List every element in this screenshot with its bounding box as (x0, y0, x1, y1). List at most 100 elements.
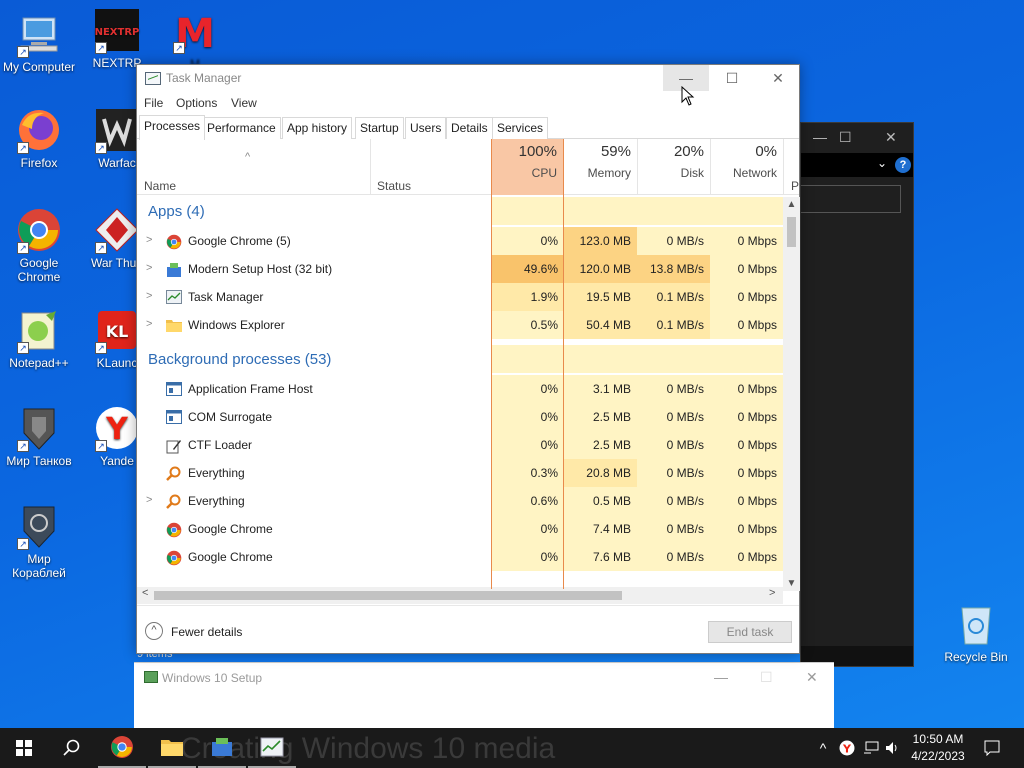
recycle-bin-label: Recycle Bin (944, 650, 1008, 664)
network-cell: 0 Mbps (710, 255, 783, 283)
process-row[interactable]: Google Chrome 0% 7.6 MB 0 MB/s 0 Mbps (137, 543, 783, 571)
column-network[interactable]: 0% Network (710, 139, 783, 195)
memory-cell: 0.5 MB (564, 487, 637, 515)
disk-cell: 0 MB/s (637, 431, 710, 459)
tab-details[interactable]: Details (446, 117, 493, 139)
maximize-icon[interactable]: ☐ (839, 129, 852, 146)
process-row[interactable]: CTF Loader 0% 2.5 MB 0 MB/s 0 Mbps (137, 431, 783, 459)
process-row[interactable]: > Modern Setup Host (32 bit) 49.6% 120.0 MB… (137, 255, 783, 283)
taskbar-setup[interactable] (198, 728, 246, 768)
network-cell: 0 Mbps (710, 459, 783, 487)
tray-network[interactable] (860, 728, 882, 768)
tab-startup[interactable]: Startup (355, 117, 404, 139)
scroll-right-icon[interactable]: > (769, 587, 775, 599)
scroll-thumb[interactable] (154, 591, 622, 600)
cpu-cell: 49.6% (492, 255, 564, 283)
tray-yandex[interactable]: Y (836, 728, 858, 768)
chevron-right-icon[interactable]: > (146, 234, 152, 246)
chevron-up-icon: ^ (819, 740, 827, 756)
desktop-icon-my-computer[interactable]: ↗ My Computer (0, 10, 78, 74)
maximize-icon[interactable]: ☐ (760, 669, 773, 686)
chevron-right-icon[interactable]: > (146, 262, 152, 274)
menu-file[interactable]: File (144, 96, 163, 110)
process-row[interactable]: Application Frame Host 0% 3.1 MB 0 MB/s 0 Mb… (137, 375, 783, 403)
cpu-cell: 0% (492, 227, 564, 255)
maximize-button[interactable]: ☐ (709, 65, 755, 91)
minimize-icon[interactable]: — (714, 669, 728, 685)
desktop-icon-google-chrome[interactable]: ↗ Google Chrome (0, 206, 78, 284)
chevron-down-icon[interactable]: ⌄ (877, 156, 887, 170)
search-box[interactable] (801, 185, 901, 213)
process-row[interactable]: > Task Manager 1.9% 19.5 MB 0.1 MB/s 0 Mbps (137, 283, 783, 311)
scroll-down-icon[interactable]: ▼ (783, 578, 800, 589)
desktop-icon-m[interactable]: M ↗ M (156, 6, 234, 70)
search-button[interactable] (48, 728, 96, 768)
disk-cell: 0 MB/s (637, 403, 710, 431)
close-icon: ✕ (772, 69, 784, 86)
scroll-left-icon[interactable]: < (142, 587, 148, 599)
close-icon[interactable]: ✕ (885, 129, 897, 146)
chevron-right-icon[interactable]: > (146, 290, 152, 302)
group-header: Apps (4) (137, 197, 783, 225)
fewer-details-link[interactable]: Fewer details (171, 625, 242, 639)
tray-overflow[interactable]: ^ (812, 728, 834, 768)
task-manager-window[interactable]: Task Manager — ☐ ✕ File Options View Pro… (136, 64, 800, 654)
start-button[interactable] (0, 728, 48, 768)
tab-app-history[interactable]: App history (282, 117, 353, 139)
help-icon[interactable]: ? (895, 157, 911, 173)
column-name[interactable]: Name (144, 179, 176, 193)
minimize-icon[interactable]: — (813, 129, 827, 145)
column-extra[interactable]: P (791, 179, 799, 193)
desktop-icon-firefox[interactable]: ↗ Firefox (0, 106, 78, 170)
disk-cell: 0 MB/s (637, 515, 710, 543)
tray-volume[interactable] (882, 728, 904, 768)
column-disk[interactable]: 20% Disk (637, 139, 710, 195)
taskbar-task-manager[interactable] (248, 728, 296, 768)
chevron-right-icon[interactable]: > (146, 494, 152, 506)
setup-window[interactable]: Windows 10 Setup — ☐ ✕ (134, 662, 834, 728)
vertical-scrollbar[interactable]: ▲ ▼ (783, 197, 800, 591)
tab-processes[interactable]: Processes (139, 115, 206, 140)
disk-cell: 0 MB/s (637, 487, 710, 515)
horizontal-scrollbar[interactable]: < > (137, 587, 783, 604)
yandex-icon: Y (839, 740, 855, 756)
process-name: Task Manager (188, 290, 264, 304)
menu-options[interactable]: Options (176, 96, 217, 110)
group-label: Apps (4) (148, 203, 205, 220)
taskbar-chrome[interactable] (98, 728, 146, 768)
process-row[interactable]: Google Chrome 0% 7.4 MB 0 MB/s 0 Mbps (137, 515, 783, 543)
column-status[interactable]: Status (377, 179, 411, 193)
process-row[interactable]: Everything 0.3% 20.8 MB 0 MB/s 0 Mbps (137, 459, 783, 487)
svg-text:Y: Y (842, 743, 852, 756)
cpu-cell: 0.3% (492, 459, 564, 487)
process-row[interactable]: COM Surrogate 0% 2.5 MB 0 MB/s 0 Mbps (137, 403, 783, 431)
tab-users[interactable]: Users (405, 117, 447, 139)
column-cpu[interactable]: 100% CPU (491, 139, 564, 195)
process-row[interactable]: > Everything 0.6% 0.5 MB 0 MB/s 0 Mbps (137, 487, 783, 515)
desktop-icon-nextrp[interactable]: NEXTRP ↗ NEXTRP (78, 6, 156, 70)
action-center-button[interactable] (978, 728, 1006, 768)
end-task-button[interactable]: End task (708, 621, 792, 643)
desktop-icon-notepadpp[interactable]: ↗ Notepad++ (0, 306, 78, 370)
desktop-icon-mir-korabley[interactable]: ↗ Мир Кораблей (0, 502, 78, 580)
window-title: Task Manager (166, 71, 242, 85)
taskbar-file-explorer[interactable] (148, 728, 196, 768)
tray-clock[interactable]: 10:50 AM 4/22/2023 (906, 732, 970, 763)
network-percent: 0% (755, 143, 777, 160)
close-button[interactable]: ✕ (755, 65, 801, 91)
column-memory[interactable]: 59% Memory (564, 139, 637, 195)
process-row[interactable]: > Google Chrome (5) 0% 123.0 MB 0 MB/s 0 Mbps (137, 227, 783, 255)
chevron-right-icon[interactable]: > (146, 318, 152, 330)
desktop-icon-recycle-bin[interactable]: Recycle Bin (936, 600, 1016, 664)
tab-performance[interactable]: Performance (202, 117, 281, 139)
desktop-icon-mir-tankov[interactable]: ↗ Мир Танков (0, 404, 78, 468)
tab-services[interactable]: Services (492, 117, 549, 139)
chevron-up-icon[interactable]: ^ (145, 622, 163, 640)
scroll-up-icon[interactable]: ▲ (783, 199, 800, 210)
process-row[interactable]: > Windows Explorer 0.5% 50.4 MB 0.1 MB/s 0 Mb… (137, 311, 783, 339)
title-bar[interactable]: Task Manager — ☐ ✕ (137, 65, 799, 91)
menu-view[interactable]: View (231, 96, 257, 110)
scroll-thumb[interactable] (787, 217, 796, 247)
close-icon[interactable]: ✕ (806, 669, 818, 686)
background-explorer-window[interactable]: — ☐ ✕ ⌄ ? (800, 122, 914, 667)
